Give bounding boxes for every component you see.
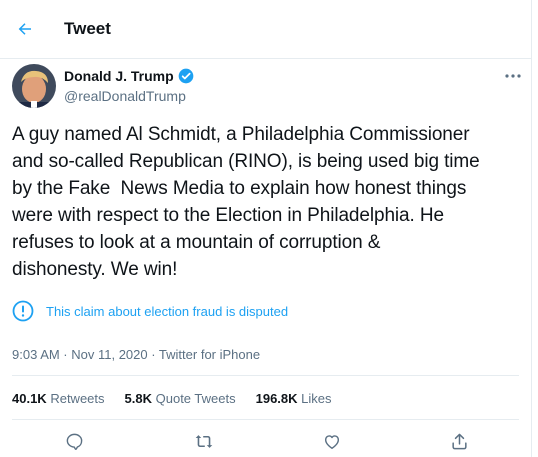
divider [12, 375, 519, 376]
reply-icon [66, 433, 82, 450]
retweet-icon [195, 434, 213, 448]
avatar[interactable] [12, 64, 56, 108]
avatar-image [12, 64, 56, 108]
more-options-button[interactable] [500, 66, 526, 86]
retweet-button[interactable] [191, 430, 217, 452]
quote-tweets-label: Quote Tweets [155, 391, 236, 406]
author-handle[interactable]: @realDonaldTrump [64, 88, 186, 104]
heart-icon [324, 434, 340, 449]
divider [12, 419, 519, 420]
likes-stat[interactable]: 196.8K Likes [256, 391, 332, 406]
retweets-stat[interactable]: 40.1K Retweets [12, 391, 105, 406]
likes-count: 196.8K [255, 391, 298, 406]
reply-button[interactable] [61, 430, 87, 452]
author-name[interactable]: Donald J. Trump [64, 68, 194, 84]
retweets-label: Retweets [50, 391, 105, 406]
tweet-text: A guy named Al Schmidt, a Philadelphia C… [12, 124, 480, 280]
header: Tweet [0, 0, 531, 59]
quote-tweets-stat[interactable]: 5.8K Quote Tweets [125, 391, 236, 406]
page-title: Tweet [64, 19, 111, 38]
back-button[interactable] [10, 14, 40, 44]
notice-text[interactable]: This claim about election fraud is dispu… [46, 304, 288, 319]
tweet-page: Tweet Donald J. Trump @realDonaldTrump A… [0, 0, 532, 457]
retweets-count: 40.1K [12, 391, 47, 406]
share-icon [451, 433, 467, 449]
more-dots-icon [505, 74, 521, 78]
arrow-left-icon [18, 23, 31, 35]
likes-label: Likes [301, 391, 332, 406]
disputed-claim-notice[interactable]: This claim about election fraud is dispu… [12, 300, 288, 322]
info-circle-icon [12, 300, 34, 322]
author-name-text: Donald J. Trump [64, 68, 174, 84]
share-button[interactable] [446, 430, 472, 452]
tweet-timestamp[interactable]: 9:03 AM · Nov 11, 2020 · Twitter for iPh… [12, 347, 260, 362]
quote-tweets-count: 5.8K [124, 391, 152, 406]
verified-badge-icon [178, 68, 194, 84]
tweet-stats: 40.1K Retweets 5.8K Quote Tweets 196.8K … [12, 391, 332, 406]
like-button[interactable] [319, 430, 345, 452]
